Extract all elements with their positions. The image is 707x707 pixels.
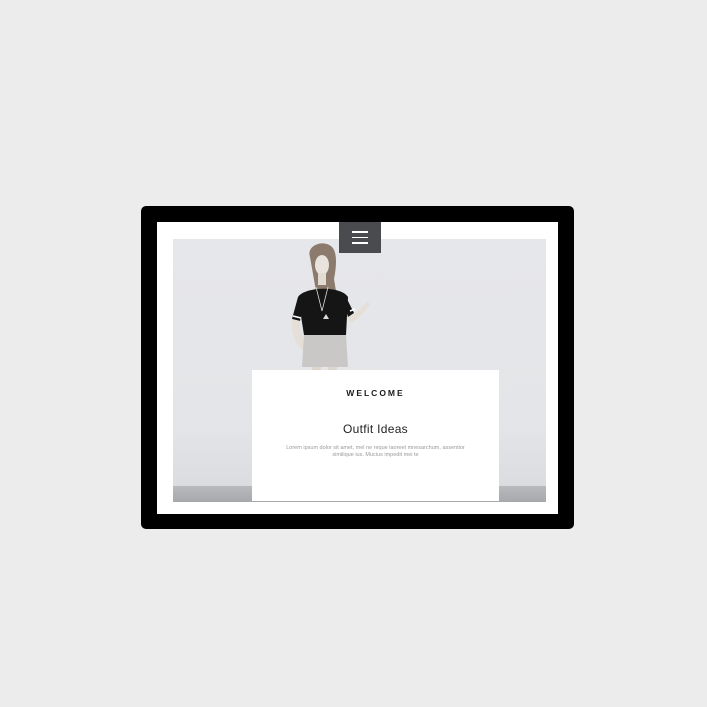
welcome-body-text: Lorem ipsum dolor sit amet, mel ne reque…	[286, 445, 465, 458]
tablet-screen: WELCOME Outfit Ideas Lorem ipsum dolor s…	[157, 222, 558, 514]
welcome-title: Outfit Ideas	[343, 422, 408, 436]
menu-button[interactable]	[339, 222, 381, 253]
hamburger-menu-icon	[352, 231, 368, 233]
welcome-card: WELCOME Outfit Ideas Lorem ipsum dolor s…	[252, 370, 499, 501]
tablet-device-frame: WELCOME Outfit Ideas Lorem ipsum dolor s…	[141, 206, 574, 529]
welcome-heading: WELCOME	[346, 388, 405, 398]
